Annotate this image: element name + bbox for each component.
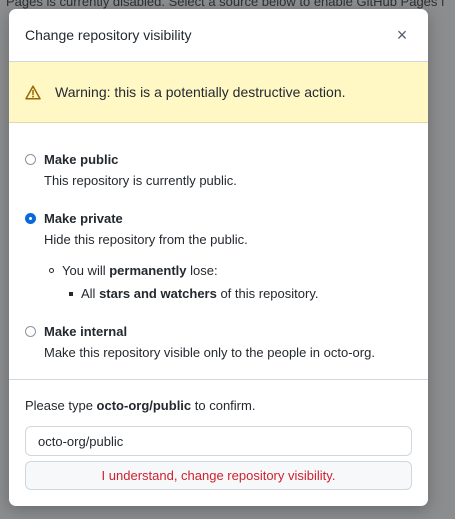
consequence-list: You will permanently lose: All stars and…: [44, 262, 318, 302]
option-public-title: Make public: [44, 152, 119, 167]
option-public[interactable]: Make public This repository is currently…: [25, 151, 412, 189]
radio-private[interactable]: [25, 213, 36, 224]
radio-internal[interactable]: [25, 326, 36, 337]
option-internal[interactable]: Make internal Make this repository visib…: [25, 323, 412, 361]
close-button[interactable]: ×: [390, 23, 414, 47]
warning-banner: Warning: this is a potentially destructi…: [9, 62, 428, 123]
option-private[interactable]: Make private Hide this repository from t…: [25, 210, 412, 302]
warning-text: Warning: this is a potentially destructi…: [55, 84, 346, 100]
option-internal-title: Make internal: [44, 324, 128, 339]
close-icon: ×: [396, 24, 408, 45]
option-public-description: This repository is currently public.: [44, 173, 237, 188]
consequence-text: You will permanently lose:: [62, 263, 218, 278]
confirm-section: Please type octo-org/public to confirm. …: [9, 379, 428, 490]
visibility-options: Make public This repository is currently…: [9, 123, 428, 361]
confirm-input[interactable]: [25, 426, 412, 456]
alert-triangle-icon: [25, 84, 41, 100]
radio-public[interactable]: [25, 154, 36, 165]
option-private-title: Make private: [44, 211, 123, 226]
loss-item: All stars and watchers of this repositor…: [49, 285, 318, 302]
background-text: Pages is currently disabled. Select a so…: [6, 0, 445, 9]
visibility-dialog: Change repository visibility × Warning: …: [9, 9, 428, 506]
dialog-title: Change repository visibility: [25, 27, 192, 43]
bullet-icon: [49, 268, 54, 273]
loss-text: All stars and watchers of this repositor…: [81, 286, 319, 301]
option-private-description: Hide this repository from the public.: [44, 232, 248, 247]
square-bullet-icon: [69, 291, 73, 296]
option-internal-description: Make this repository visible only to the…: [44, 345, 375, 360]
dialog-header: Change repository visibility ×: [9, 9, 428, 62]
confirm-instruction: Please type octo-org/public to confirm.: [25, 398, 256, 413]
change-visibility-button[interactable]: I understand, change repository visibili…: [25, 461, 412, 490]
consequence-item: You will permanently lose:: [49, 262, 318, 279]
